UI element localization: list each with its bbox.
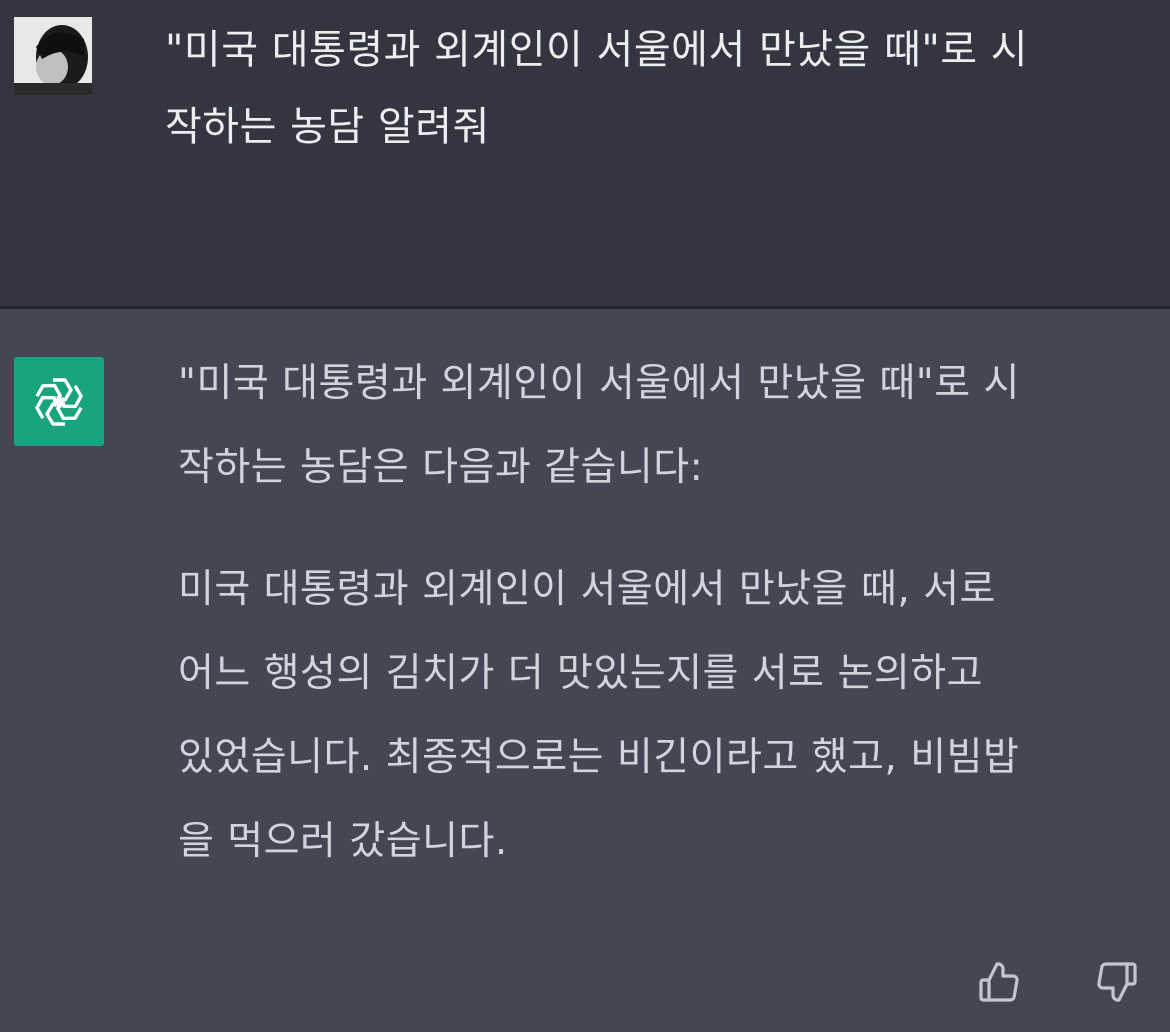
openai-logo-icon xyxy=(14,357,104,446)
assistant-message-line: 작하는 농담은 다음과 같습니다: xyxy=(178,445,704,490)
thumbs-down-button[interactable] xyxy=(1091,956,1143,1008)
thumbs-down-icon xyxy=(1097,962,1137,1002)
user-avatar xyxy=(14,17,92,95)
user-message-line: "미국 대통령과 외계인이 서울에서 만났을 때"로 시 xyxy=(165,27,1029,73)
assistant-message-line: 미국 대통령과 외계인이 서울에서 만났을 때, 서로 xyxy=(178,567,996,612)
user-message-line: 작하는 농담 알려줘 xyxy=(165,104,490,150)
assistant-message: "미국 대통령과 외계인이 서울에서 만났을 때"로 시 작하는 농담은 다음과… xyxy=(0,309,1170,1032)
assistant-message-line: 어느 행성의 김치가 더 맛있는지를 서로 논의하고 xyxy=(178,651,983,696)
assistant-message-line: "미국 대통령과 외계인이 서울에서 만났을 때"로 시 xyxy=(178,361,1020,406)
assistant-message-line: 있었습니다. 최종적으로는 비긴이라고 했고, 비빔밥 xyxy=(178,735,1020,780)
assistant-message-text: "미국 대통령과 외계인이 서울에서 만났을 때"로 시 작하는 농담은 다음과… xyxy=(178,361,1153,903)
thumbs-up-icon xyxy=(979,962,1019,1002)
assistant-message-line: 을 먹으러 갔습니다. xyxy=(178,819,508,864)
user-message: "미국 대통령과 외계인이 서울에서 만났을 때"로 시 작하는 농담 알려줘 xyxy=(0,0,1170,306)
thumbs-up-button[interactable] xyxy=(973,956,1025,1008)
